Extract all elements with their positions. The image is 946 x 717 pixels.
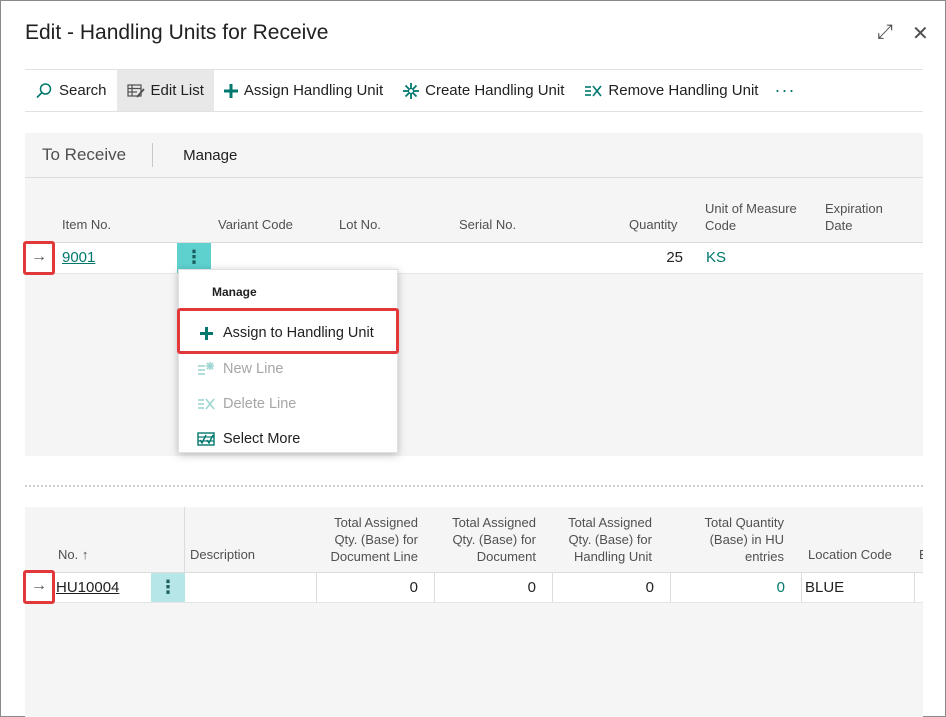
col-hu-l2: Qty. (Base) for: [568, 532, 652, 547]
action-bar: Search Edit List Assign Handling Unit Cr…: [25, 69, 923, 112]
remove-handling-unit-button[interactable]: Remove Handling Unit: [574, 70, 768, 111]
uom-value[interactable]: KS: [706, 243, 726, 273]
col-item-no[interactable]: Item No.: [62, 216, 111, 233]
delete-line-item[interactable]: Delete Line: [179, 387, 397, 421]
col-doc-line-l1: Total Assigned: [334, 515, 418, 530]
col-description[interactable]: Description: [190, 546, 255, 563]
select-more-label: Select More: [223, 431, 301, 447]
cell-divider: [552, 573, 553, 602]
col-uom[interactable]: Unit of Measure Code: [705, 200, 797, 234]
col-huq-l3: entries: [744, 549, 784, 564]
edit-list-button[interactable]: Edit List: [116, 70, 214, 111]
search-button[interactable]: Search: [25, 70, 117, 111]
handling-units-part: No. ↑ Description Total Assigned Qty. (B…: [25, 507, 923, 717]
doc-value[interactable]: 0: [439, 573, 536, 603]
hu-value[interactable]: 0: [557, 573, 654, 603]
dialog-window: Edit - Handling Units for Receive ⤢ ✕ Se…: [0, 0, 946, 717]
to-receive-title: To Receive: [25, 143, 154, 167]
col-hu-l3: Handling Unit: [573, 549, 652, 564]
col-expiration-date[interactable]: Expiration Date: [825, 200, 883, 234]
row-actions-button[interactable]: ⋮: [151, 573, 185, 602]
doc-line-value[interactable]: 0: [321, 573, 418, 603]
col-total-assigned-hu[interactable]: Total Assigned Qty. (Base) for Handling …: [552, 514, 652, 565]
remove-lines-icon: [584, 83, 603, 99]
cell-divider: [316, 573, 317, 602]
edit-list-icon: [126, 83, 145, 99]
col-exp-line2: Date: [825, 218, 853, 233]
assign-highlight-box: [177, 308, 399, 354]
col-uom-line1: Unit of Measure: [705, 201, 797, 216]
col-doc-l3: Document: [476, 549, 536, 564]
search-icon: [35, 82, 53, 100]
col-lot-no[interactable]: Lot No.: [339, 216, 381, 233]
cell-divider: [670, 573, 671, 602]
col-huq-l2: (Base) in HU: [709, 532, 784, 547]
col-total-qty-hu-entries[interactable]: Total Quantity (Base) in HU entries: [684, 514, 785, 565]
plus-icon: [223, 83, 238, 98]
search-label: Search: [59, 82, 107, 99]
select-more-icon: [197, 432, 215, 446]
cell-divider: [434, 573, 435, 602]
close-icon[interactable]: ✕: [912, 21, 929, 46]
menu-title: Manage: [212, 285, 257, 299]
table-row[interactable]: HU10004 ⋮ 0 0 0 0 BLUE: [25, 572, 923, 603]
col-doc-l1: Total Assigned: [452, 515, 536, 530]
new-line-label: New Line: [223, 361, 284, 377]
cell-divider: [914, 573, 915, 602]
new-line-icon: [197, 361, 215, 377]
edit-list-label: Edit List: [150, 82, 204, 99]
col-doc-line-l2: Qty. (Base) for: [334, 532, 418, 547]
manage-menu-button[interactable]: Manage: [153, 147, 237, 164]
row-indicator-arrow-icon: →: [23, 241, 55, 275]
col-quantity[interactable]: Quantity: [629, 216, 677, 233]
delete-line-label: Delete Line: [223, 396, 297, 412]
col-doc-l2: Qty. (Base) for: [452, 532, 536, 547]
col-doc-line-l3: Document Line: [330, 549, 418, 564]
col-exp-line1: Expiration: [825, 201, 883, 216]
col-serial-no[interactable]: Serial No.: [459, 216, 516, 233]
create-handling-unit-button[interactable]: Create Handling Unit: [393, 70, 574, 111]
col-variant-code[interactable]: Variant Code: [218, 216, 293, 233]
sparkle-icon: [403, 82, 420, 99]
col-location-code[interactable]: Location Code: [808, 546, 892, 563]
assign-handling-unit-label: Assign Handling Unit: [243, 82, 384, 99]
dialog-title: Edit - Handling Units for Receive: [25, 21, 329, 44]
col-total-assigned-doc-line[interactable]: Total Assigned Qty. (Base) for Document …: [318, 514, 418, 565]
col-huq-l1: Total Quantity: [704, 515, 785, 530]
col-truncated[interactable]: B: [919, 546, 923, 563]
hu-no-link[interactable]: HU10004: [56, 573, 119, 603]
col-total-assigned-doc[interactable]: Total Assigned Qty. (Base) for Document: [436, 514, 536, 565]
to-receive-part: To Receive Manage Item No. Variant Code …: [25, 133, 923, 456]
create-handling-unit-label: Create Handling Unit: [425, 82, 565, 99]
item-no-link[interactable]: 9001: [62, 243, 95, 273]
table-row[interactable]: 9001 ⋮ 25 KS: [25, 242, 923, 274]
col-uom-line2: Code: [705, 218, 737, 233]
row-indicator-arrow-icon: →: [23, 570, 55, 604]
location-value[interactable]: BLUE: [805, 573, 844, 603]
cell-divider: [801, 573, 802, 602]
manage-context-menu: Manage Assign to Handling Unit New Line …: [178, 269, 398, 453]
col-hu-l1: Total Assigned: [568, 515, 652, 530]
col-no[interactable]: No. ↑: [58, 546, 88, 563]
expand-icon[interactable]: ⤢: [877, 21, 893, 44]
delete-line-icon: [197, 396, 215, 412]
more-options-button[interactable]: ···: [768, 80, 801, 101]
hu-entries-value[interactable]: 0: [675, 573, 785, 603]
assign-handling-unit-button[interactable]: Assign Handling Unit: [214, 70, 393, 111]
part-splitter[interactable]: [25, 485, 923, 487]
select-more-item[interactable]: Select More: [179, 422, 397, 456]
quantity-value: 25: [666, 249, 683, 266]
col-divider: [184, 507, 185, 572]
remove-handling-unit-label: Remove Handling Unit: [608, 82, 759, 99]
new-line-item[interactable]: New Line: [179, 352, 397, 386]
to-receive-header: To Receive Manage: [25, 133, 923, 178]
